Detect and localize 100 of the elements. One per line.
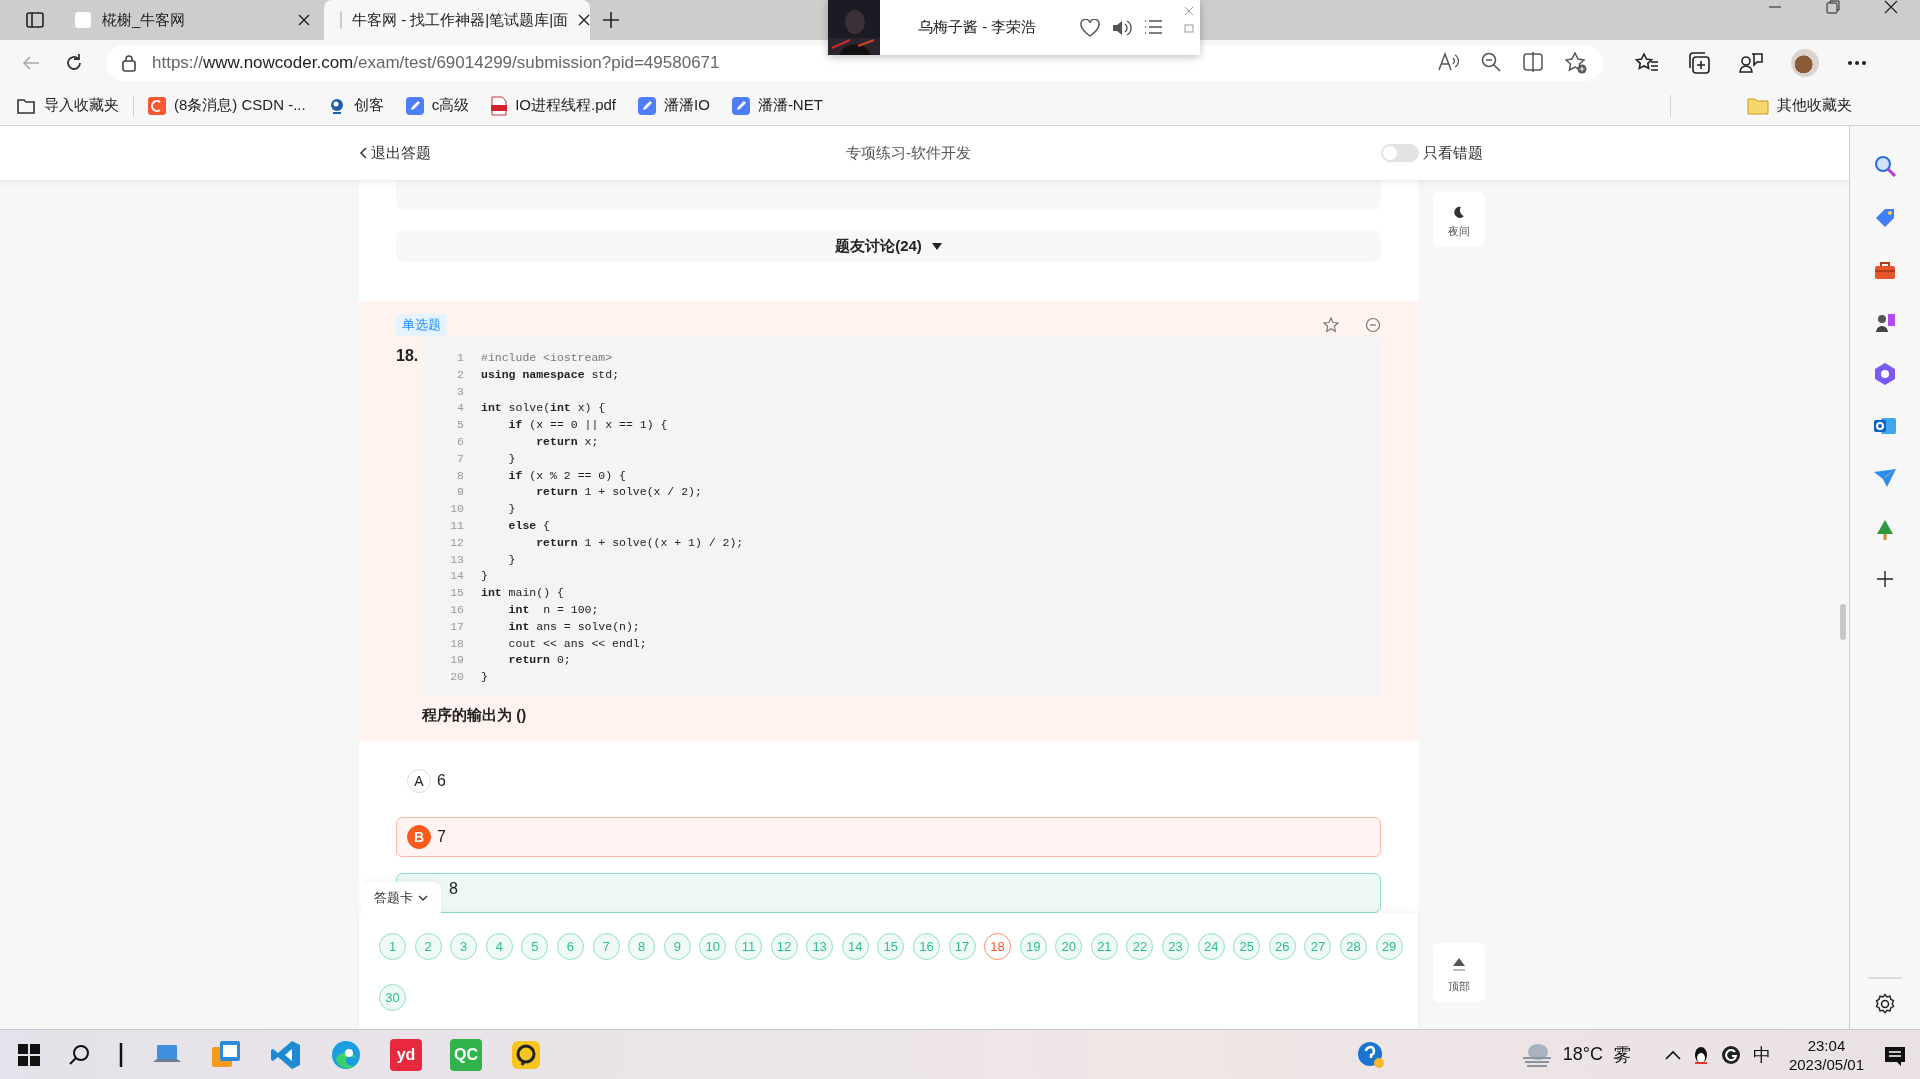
chat-app-icon[interactable] [510,1038,542,1071]
edit-note-icon[interactable] [638,96,657,115]
line-number: 4 [456,400,464,417]
heart-icon[interactable] [1080,18,1100,37]
float-button[interactable]: 顶部 [1433,943,1485,1002]
answer-card-tab[interactable]: 答题卡 [361,882,441,913]
app-logo[interactable]: QC [450,1038,482,1071]
question-text: 程序的输出为 () [422,705,528,725]
question-number-button[interactable]: 20 [1055,933,1083,960]
star-icon[interactable] [1323,317,1339,333]
question-number-button[interactable]: 28 [1340,933,1368,960]
penguin-icon[interactable] [1692,1044,1709,1065]
moon-icon [1453,206,1465,218]
answer-option[interactable]: B 7 [396,816,1381,857]
question-number-button[interactable]: 30 [379,984,406,1011]
question-number-button[interactable]: 11 [734,933,762,960]
settings-icon[interactable] [1874,993,1896,1015]
refresh-icon[interactable] [64,53,84,73]
edit-note-icon[interactable] [731,96,750,115]
question-number-button[interactable]: 21 [1090,933,1118,960]
bookmark[interactable]: 潘潘IO [638,96,710,115]
question-number-button[interactable]: 1 [379,933,406,960]
question-number-button[interactable]: 22 [1126,933,1154,960]
exit-link[interactable]: 退出答题 [359,143,431,163]
collections-icon[interactable] [1687,51,1711,75]
question-number-button[interactable]: 14 [841,933,869,960]
hexagon-icon[interactable] [1873,362,1897,386]
line-number: 8 [456,467,464,484]
scrollbar-thumb[interactable] [1840,604,1846,640]
app-logo[interactable]: yd [390,1038,422,1071]
question-number-button[interactable]: 24 [1197,933,1225,960]
close-icon[interactable] [1884,0,1898,14]
close-icon[interactable] [578,14,591,26]
add-favorite-icon[interactable] [1565,52,1587,74]
answer-option[interactable]: A 6 [396,760,1381,801]
question-number-button[interactable]: 8 [628,933,656,960]
close-icon[interactable] [298,14,310,26]
question-number-button[interactable]: 27 [1304,933,1332,960]
bookmark-folder[interactable]: 其他收藏夹 [1747,96,1852,115]
discussion-toggle[interactable]: 题友讨论(24) [396,230,1381,262]
line-number: 7 [456,450,464,467]
add-icon[interactable] [1876,570,1894,588]
question-number-button[interactable]: 10 [699,933,727,960]
question-number-button[interactable]: 18 [984,933,1012,960]
question-number-button[interactable]: 19 [1019,933,1047,960]
search-icon[interactable] [68,1043,90,1066]
question-number-button[interactable]: 6 [556,933,584,960]
playlist-icon[interactable] [1144,18,1162,35]
bookmark[interactable]: c高级 [405,96,470,115]
pdf-file-icon[interactable] [491,95,508,116]
line-number: 12 [449,534,464,551]
question-number-button[interactable]: 26 [1268,933,1296,960]
browser-tab[interactable]: 椛榭_牛客网 [58,0,324,40]
edit-note-icon[interactable] [405,96,424,115]
question-number-button[interactable]: 4 [485,933,513,960]
question-number-button[interactable]: 9 [663,933,691,960]
csdn-logo-icon[interactable] [148,96,166,115]
lock-icon[interactable] [122,54,136,72]
read-aloud-icon[interactable] [1437,52,1459,72]
question-number-button[interactable]: 15 [877,933,905,960]
volume-icon[interactable] [1112,18,1132,37]
bookmark[interactable]: 创客 [327,96,384,115]
question-number-button[interactable]: 5 [521,933,549,960]
toggle-switch[interactable] [1381,144,1419,162]
favorites-icon[interactable] [1635,52,1659,74]
more-icon[interactable] [1847,60,1867,66]
question-number-button[interactable]: 17 [948,933,976,960]
question-number-button[interactable]: 29 [1375,933,1403,960]
tab-actions-icon[interactable] [26,12,44,28]
question-number-button[interactable]: 25 [1233,933,1261,960]
input-method[interactable]: 中 [1752,1042,1771,1067]
question-number-button[interactable]: 13 [806,933,834,960]
start-icon[interactable] [18,1043,40,1066]
clock[interactable]: 23:04 2023/05/01 [1788,1035,1864,1074]
bookmark[interactable]: 导入收藏夹 [16,96,119,115]
bookmark[interactable]: IO进程线程.pdf [491,95,617,116]
task-view-icon[interactable] [118,1041,124,1068]
address-bar[interactable]: https://www.nowcoder.com/exam/test/69014299/submission?pid=49580671 [106,45,1603,81]
option-text: 7 [437,827,446,846]
bookmark[interactable]: (8条消息) CSDN -... [148,96,306,115]
import-favorites-icon[interactable] [16,96,36,115]
zoom-out-icon[interactable] [1481,52,1501,72]
question-number-button[interactable]: 3 [450,933,478,960]
caret-down-icon[interactable] [931,242,942,250]
question-number-button[interactable]: 7 [592,933,620,960]
minus-circle-icon[interactable] [1365,317,1381,333]
split-screen-icon[interactable] [1523,52,1543,72]
question-number-button[interactable]: 2 [414,933,442,960]
float-button[interactable]: 夜间 [1433,192,1485,247]
bookmark[interactable]: 潘潘-NET [731,96,823,115]
profile-avatar[interactable] [1791,49,1819,77]
question-number-button[interactable]: 16 [912,933,940,960]
feedback-icon[interactable] [1739,52,1763,74]
chevron-up-icon[interactable] [1664,1049,1681,1060]
restore-icon[interactable] [1826,0,1840,14]
new-tab-icon[interactable] [602,11,620,29]
question-number-button[interactable]: 12 [770,933,798,960]
browser-tab[interactable]: 牛客网 - 找工作神器|笔试题库|面 [324,0,590,40]
help-icon[interactable] [1356,1040,1385,1069]
question-number-button[interactable]: 23 [1162,933,1190,960]
